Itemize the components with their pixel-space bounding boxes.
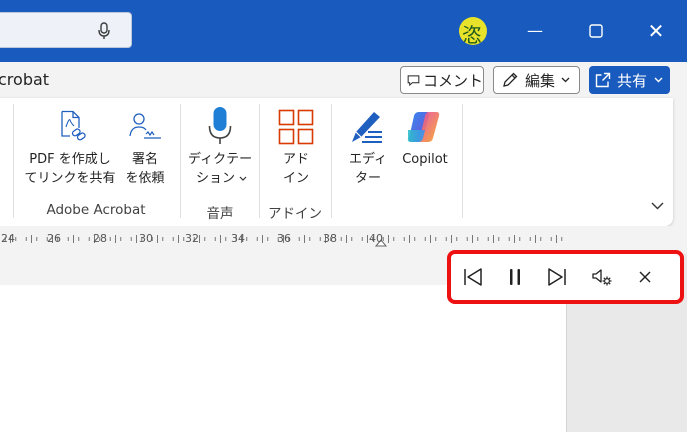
group-label-voice: 音声 (206, 206, 234, 222)
pause-button[interactable] (499, 262, 531, 292)
ruler-number: 26 (47, 232, 61, 245)
previous-icon (464, 268, 482, 286)
close-read-aloud-button[interactable] (629, 262, 661, 292)
share-icon (595, 72, 611, 88)
comment-label: コメント (422, 71, 483, 90)
ribbon-separator (13, 104, 14, 218)
share-label: 共有 (617, 71, 648, 90)
ribbon-separator (331, 104, 332, 218)
editor-pen-icon (352, 112, 382, 143)
ribbon-expand-chevron-icon[interactable] (651, 202, 664, 210)
ruler-number: 36 (277, 232, 291, 245)
pdf-share-label-1: PDF を作成し (29, 152, 111, 167)
close-icon (639, 271, 651, 283)
chevron-down-icon (654, 77, 663, 83)
voice-settings-icon (592, 269, 612, 286)
search-box[interactable] (0, 12, 132, 48)
tab-row (0, 62, 687, 98)
editor-label-1: エディ (348, 152, 388, 167)
edit-mode-button[interactable]: 編集 (493, 66, 580, 94)
tab-acrobat[interactable]: crobat (0, 70, 49, 89)
request-signature-button[interactable]: 署名 を依頼 (121, 108, 169, 192)
pdf-link-icon (61, 110, 86, 141)
avatar-glyph: 恣 (462, 23, 482, 45)
editor-button[interactable]: エディ ター (342, 104, 394, 194)
comment-button[interactable]: コメント (400, 66, 484, 94)
add-ins-icon (278, 109, 314, 145)
chevron-down-icon (239, 176, 247, 181)
microphone-icon (208, 107, 232, 144)
ruler-number: 24 (1, 232, 15, 245)
pause-icon (510, 269, 520, 285)
next-icon (548, 268, 566, 286)
microphone-icon[interactable] (97, 22, 111, 40)
voice-settings-button[interactable] (586, 262, 618, 292)
close-window-button[interactable]: ✕ (633, 0, 679, 62)
maximize-icon (589, 24, 603, 38)
group-label-adobe-acrobat: Adobe Acrobat (46, 202, 146, 218)
copilot-icon (407, 112, 440, 142)
ribbon-separator (259, 104, 260, 218)
editor-label-2: ター (354, 171, 381, 186)
next-button[interactable] (541, 262, 573, 292)
group-label-add-ins: アドイン (268, 206, 322, 222)
add-ins-button[interactable]: アド イン (270, 104, 322, 194)
comment-icon (407, 74, 420, 86)
share-button[interactable]: 共有 (589, 66, 670, 94)
add-ins-label-1: アド (282, 152, 309, 167)
previous-button[interactable] (457, 262, 489, 292)
pencil-icon (503, 72, 518, 87)
minimize-button[interactable]: — (512, 0, 558, 62)
close-icon: ✕ (647, 19, 665, 43)
dictate-label-2: ション (196, 171, 236, 186)
avatar[interactable]: 恣 (459, 17, 487, 45)
dictate-label-2-wrap: ション (196, 169, 247, 188)
pdf-share-button[interactable]: PDF を作成し てリンクを共有 (24, 108, 116, 192)
request-signature-label-2: を依頼 (125, 171, 165, 186)
edit-label: 編集 (525, 71, 556, 90)
request-signature-label-1: 署名 (131, 152, 158, 167)
add-ins-label-2: イン (282, 171, 309, 186)
ribbon-separator (180, 104, 181, 218)
ruler-number: 28 (93, 232, 107, 245)
ruler-number: 30 (139, 232, 153, 245)
dictate-button[interactable]: ディクテー ション (188, 104, 252, 194)
ruler-number: 32 (185, 232, 199, 245)
minimize-icon: — (527, 21, 543, 40)
signature-icon (129, 113, 161, 139)
document-page[interactable] (0, 285, 567, 432)
dictate-label-1: ディクテー (188, 152, 253, 167)
ruler-number: 34 (231, 232, 245, 245)
ruler-number: 40 (369, 232, 383, 245)
ruler-number: 38 (323, 232, 337, 245)
maximize-button[interactable] (573, 0, 619, 62)
copilot-button[interactable]: Copilot (396, 104, 454, 174)
chevron-down-icon (561, 77, 570, 83)
ribbon-separator (462, 104, 463, 218)
copilot-label: Copilot (402, 152, 448, 167)
pdf-share-label-2: てリンクを共有 (24, 171, 116, 186)
